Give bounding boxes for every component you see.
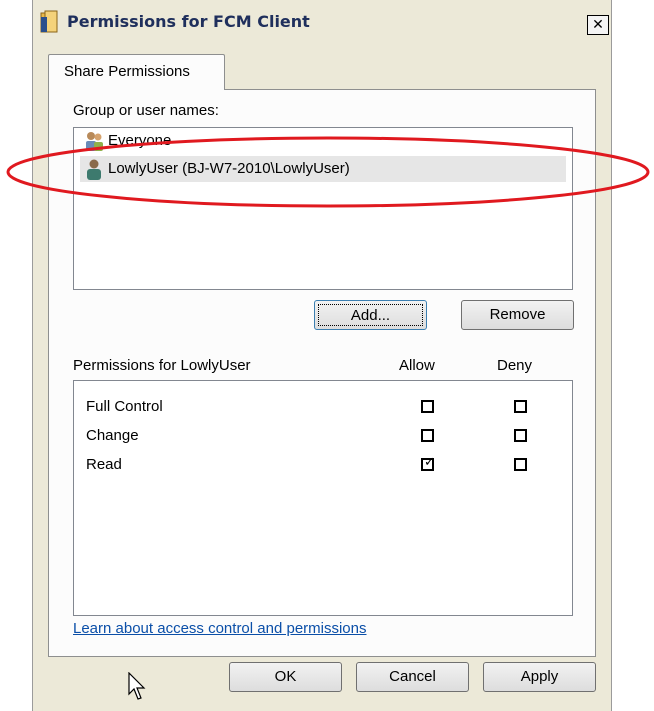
access-control-help-link[interactable]: Learn about access control and permissio… xyxy=(73,620,367,637)
group-or-user-names-label: Group or user names: xyxy=(73,102,219,119)
permission-row-read: Read ✓ xyxy=(86,452,566,480)
permission-row-full-control: Full Control xyxy=(86,394,566,422)
remove-button-label: Remove xyxy=(489,306,546,323)
group-icon xyxy=(86,132,103,151)
list-item-lowlyuser[interactable]: LowlyUser (BJ-W7-2010\LowlyUser) xyxy=(80,156,566,182)
add-button-label: Add... xyxy=(318,304,423,326)
allow-read-checkbox[interactable]: ✓ xyxy=(421,455,435,471)
ok-button-label: OK xyxy=(274,668,297,685)
permissions-list: Full Control Change Read ✓ xyxy=(73,380,573,616)
ok-button[interactable]: OK xyxy=(229,662,342,692)
list-item-label: LowlyUser (BJ-W7-2010\LowlyUser) xyxy=(108,160,350,177)
checkmark-icon: ✓ xyxy=(424,455,435,470)
mouse-cursor-icon xyxy=(128,672,146,700)
list-item-label: Everyone xyxy=(108,132,172,149)
permission-row-change: Change xyxy=(86,423,566,451)
deny-read-checkbox[interactable] xyxy=(514,458,527,471)
allow-column-header: Allow xyxy=(399,357,435,374)
deny-full-control-checkbox[interactable] xyxy=(514,400,527,413)
tab-panel: Group or user names: Everyone LowlyUser … xyxy=(48,89,596,657)
close-button[interactable]: ✕ xyxy=(587,15,609,35)
tab-share-permissions[interactable]: Share Permissions xyxy=(48,54,225,90)
deny-column-header: Deny xyxy=(497,357,533,374)
permission-name: Read xyxy=(86,456,122,473)
user-icon xyxy=(87,159,101,180)
cancel-button-label: Cancel xyxy=(389,668,436,685)
deny-change-checkbox[interactable] xyxy=(514,429,527,442)
tab-label: Share Permissions xyxy=(64,63,190,80)
add-button[interactable]: Add... xyxy=(314,300,427,330)
cancel-button[interactable]: Cancel xyxy=(356,662,469,692)
permissions-for-label: Permissions for LowlyUser xyxy=(73,357,251,374)
dialog-title: Permissions for FCM Client xyxy=(67,12,310,31)
apply-button[interactable]: Apply xyxy=(483,662,596,692)
permission-name: Change xyxy=(86,427,139,444)
group-user-list[interactable]: Everyone LowlyUser (BJ-W7-2010\LowlyUser… xyxy=(73,127,573,290)
allow-full-control-checkbox[interactable] xyxy=(421,400,434,413)
permission-name: Full Control xyxy=(86,398,163,415)
list-item-everyone[interactable]: Everyone xyxy=(80,128,566,154)
permissions-dialog: Permissions for FCM Client ✕ Share Permi… xyxy=(32,0,612,711)
folder-icon xyxy=(40,10,58,33)
remove-button[interactable]: Remove xyxy=(461,300,574,330)
title-bar[interactable]: Permissions for FCM Client ✕ xyxy=(33,0,611,48)
apply-button-label: Apply xyxy=(520,668,559,685)
allow-change-checkbox[interactable] xyxy=(421,429,434,442)
close-icon: ✕ xyxy=(592,17,604,33)
